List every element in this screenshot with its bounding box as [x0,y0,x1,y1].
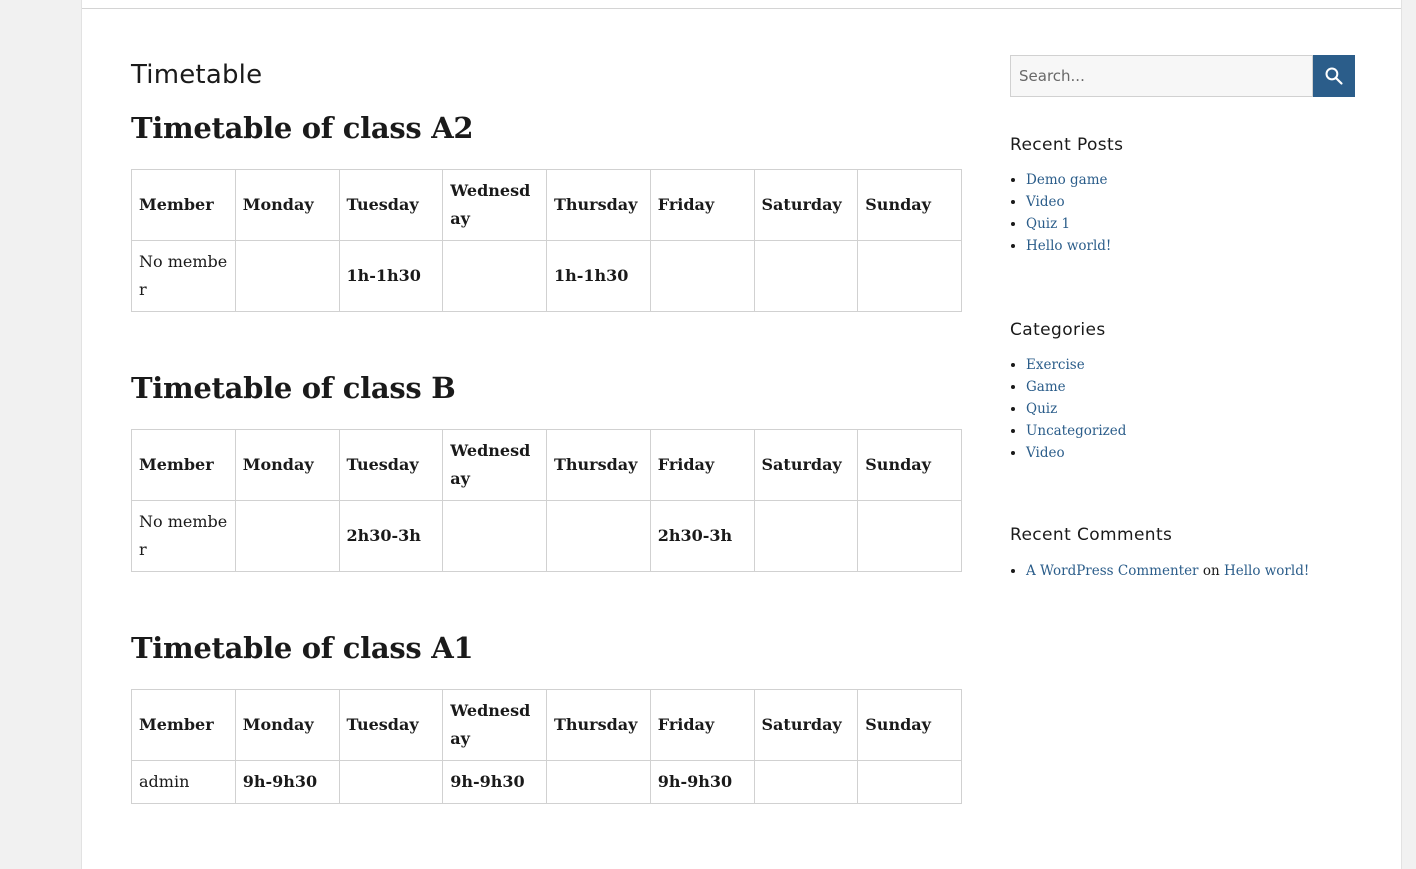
header-divider [82,8,1401,9]
column-header: Member [131,429,236,501]
column-header: Wednesday [442,429,547,501]
recent-post-link[interactable]: Demo game [1026,172,1108,188]
timetable-a2: Member Monday Tuesday Wednesday Thursday… [131,169,962,312]
table-cell [338,760,444,804]
table-cell [234,500,340,572]
table-header-row: Member Monday Tuesday Wednesday Thursday… [131,429,962,501]
column-header: Friday [649,689,755,761]
list-item: Demo game [1026,169,1355,191]
table-cell [442,240,547,312]
table-cell: 2h30-3h [649,500,755,572]
category-link[interactable]: Exercise [1026,357,1085,373]
column-header: Monday [234,429,340,501]
column-header: Sunday [857,169,962,241]
table-cell [753,760,859,804]
recent-posts-title: Recent Posts [1010,135,1124,155]
table-cell: 2h30-3h [338,500,444,572]
recent-post-link[interactable]: Hello world! [1026,238,1111,254]
timetable-heading-a2: Timetable of class A2 [131,111,474,145]
member-cell: No member [131,240,236,312]
sidebar: Recent Posts Demo game Video Quiz 1 Hell… [1010,55,1355,582]
table-cell: 9h-9h30 [234,760,340,804]
list-item: Video [1026,191,1355,213]
list-item: Game [1026,376,1355,398]
column-header: Tuesday [338,169,444,241]
recent-comments-list: A WordPress Commenter on Hello world! [1010,560,1355,582]
categories-list: Exercise Game Quiz Uncategorized Video [1010,354,1355,464]
list-item: Quiz 1 [1026,213,1355,235]
list-item: Hello world! [1026,235,1355,257]
timetable-heading-b: Timetable of class B [131,371,456,405]
table-cell [753,240,859,312]
column-header: Thursday [546,169,651,241]
column-header: Saturday [753,429,859,501]
column-header: Tuesday [338,689,444,761]
table-cell [546,500,651,572]
column-header: Member [131,689,236,761]
list-item: A WordPress Commenter on Hello world! [1026,560,1355,582]
column-header: Friday [649,169,755,241]
column-header: Thursday [546,689,651,761]
member-cell: admin [131,760,236,804]
column-header: Friday [649,429,755,501]
table-cell: 9h-9h30 [442,760,547,804]
column-header: Thursday [546,429,651,501]
recent-comments-title: Recent Comments [1010,525,1173,545]
table-cell [442,500,547,572]
main-content: Timetable Timetable of class A2 Member M… [131,58,962,804]
table-cell: 1h-1h30 [338,240,444,312]
category-link[interactable]: Video [1026,445,1065,461]
comment-post-link[interactable]: Hello world! [1224,563,1309,579]
category-link[interactable]: Uncategorized [1026,423,1126,439]
category-link[interactable]: Game [1026,379,1066,395]
table-header-row: Member Monday Tuesday Wednesday Thursday… [131,169,962,241]
column-header: Wednesday [442,169,547,241]
table-cell [857,500,962,572]
table-cell [753,500,859,572]
search-icon [1325,67,1343,85]
search-button[interactable] [1313,55,1355,97]
page-title: Timetable [131,60,263,90]
column-header: Saturday [753,689,859,761]
member-cell: No member [131,500,236,572]
category-link[interactable]: Quiz [1026,401,1057,417]
recent-post-link[interactable]: Quiz 1 [1026,216,1070,232]
recent-posts-list: Demo game Video Quiz 1 Hello world! [1010,169,1355,257]
table-header-row: Member Monday Tuesday Wednesday Thursday… [131,689,962,761]
search-input[interactable] [1010,55,1313,97]
list-item: Quiz [1026,398,1355,420]
list-item: Video [1026,442,1355,464]
categories-title: Categories [1010,320,1106,340]
column-header: Tuesday [338,429,444,501]
column-header: Sunday [857,429,962,501]
list-item: Uncategorized [1026,420,1355,442]
column-header: Monday [234,689,340,761]
column-header: Sunday [857,689,962,761]
table-cell [857,240,962,312]
table-cell [649,240,755,312]
list-item: Exercise [1026,354,1355,376]
table-row: admin 9h-9h30 9h-9h30 9h-9h30 [131,760,962,804]
timetable-b: Member Monday Tuesday Wednesday Thursday… [131,429,962,572]
table-cell: 1h-1h30 [546,240,651,312]
table-cell [234,240,340,312]
recent-post-link[interactable]: Video [1026,194,1065,210]
table-cell [857,760,962,804]
table-cell [546,760,651,804]
page-container: Timetable Timetable of class A2 Member M… [81,0,1402,869]
table-cell: 9h-9h30 [649,760,755,804]
search-form [1010,55,1355,97]
timetable-a1: Member Monday Tuesday Wednesday Thursday… [131,689,962,804]
column-header: Member [131,169,236,241]
column-header: Saturday [753,169,859,241]
column-header: Monday [234,169,340,241]
table-row: No member 1h-1h30 1h-1h30 [131,240,962,312]
comment-on-text: on [1202,563,1220,579]
timetable-heading-a1: Timetable of class A1 [131,631,474,665]
table-row: No member 2h30-3h 2h30-3h [131,500,962,572]
comment-author-link[interactable]: A WordPress Commenter [1026,563,1199,579]
column-header: Wednesday [442,689,547,761]
